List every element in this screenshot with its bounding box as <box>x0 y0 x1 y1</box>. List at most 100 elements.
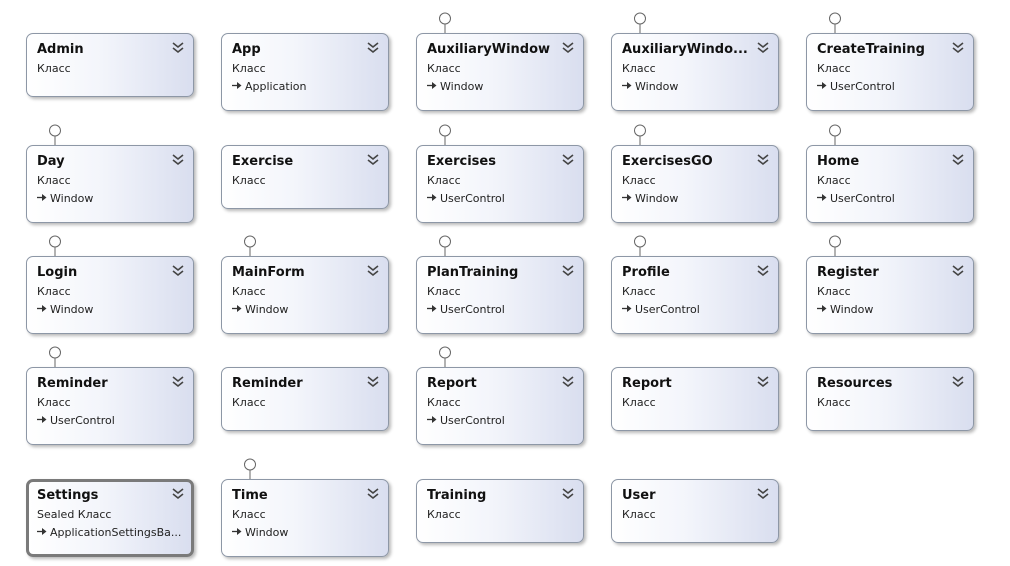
chevron-double-down-icon[interactable] <box>561 152 575 166</box>
base-class-name: Window <box>50 303 94 316</box>
chevron-double-down-icon[interactable] <box>756 263 770 277</box>
chevron-double-down-icon[interactable] <box>366 486 380 500</box>
chevron-double-down-icon[interactable] <box>756 486 770 500</box>
chevron-double-down-icon[interactable] <box>561 40 575 54</box>
class-shape-register[interactable]: Register Класс Window <box>806 256 974 334</box>
class-shape-exercises[interactable]: Exercises Класс UserControl <box>416 145 584 223</box>
chevron-double-down-icon[interactable] <box>756 40 770 54</box>
class-shape-reminder[interactable]: Reminder Класс UserControl <box>26 367 194 445</box>
chevron-double-down-icon[interactable] <box>171 374 185 388</box>
inheritance-arrow-icon <box>427 80 440 93</box>
class-stereotype: Класс <box>622 62 656 75</box>
class-stereotype: Класс <box>37 285 71 298</box>
base-class-row: UserControl <box>37 414 185 427</box>
class-name: Settings <box>37 488 99 503</box>
inheritance-arrow-icon <box>622 192 635 205</box>
class-shape-resources[interactable]: Resources Класс <box>806 367 974 431</box>
class-stereotype: Класс <box>427 174 461 187</box>
class-name: Exercises <box>427 154 496 169</box>
class-stereotype: Класс <box>817 62 851 75</box>
class-name: Profile <box>622 265 670 280</box>
class-stereotype: Класс <box>817 396 851 409</box>
class-shape-home[interactable]: Home Класс UserControl <box>806 145 974 223</box>
chevron-double-down-icon[interactable] <box>366 152 380 166</box>
chevron-double-down-icon[interactable] <box>171 486 185 500</box>
class-shape-app[interactable]: App Класс Application <box>221 33 389 111</box>
class-name: CreateTraining <box>817 42 925 57</box>
class-shape-login[interactable]: Login Класс Window <box>26 256 194 334</box>
base-class-row: UserControl <box>427 192 575 205</box>
base-class-row: Window <box>232 303 380 316</box>
class-stereotype: Класс <box>232 508 266 521</box>
class-stereotype: Sealed Класс <box>37 508 112 521</box>
class-name: MainForm <box>232 265 305 280</box>
base-class-name: Window <box>635 192 679 205</box>
chevron-double-down-icon[interactable] <box>171 40 185 54</box>
chevron-double-down-icon[interactable] <box>366 263 380 277</box>
class-shape-profile[interactable]: Profile Класс UserControl <box>611 256 779 334</box>
class-name: Report <box>427 376 477 391</box>
class-shape-auxiliarywindow[interactable]: AuxiliaryWindow Класс Window <box>416 33 584 111</box>
base-class-name: UserControl <box>50 414 115 427</box>
class-name: Day <box>37 154 65 169</box>
class-name: Admin <box>37 42 84 57</box>
class-shape-auxiliarywindo[interactable]: AuxiliaryWindo... Класс Window <box>611 33 779 111</box>
class-stereotype: Класс <box>427 285 461 298</box>
base-class-name: UserControl <box>440 414 505 427</box>
base-class-name: Window <box>50 192 94 205</box>
base-class-row: Window <box>37 303 185 316</box>
chevron-double-down-icon[interactable] <box>951 40 965 54</box>
class-name: Exercise <box>232 154 294 169</box>
class-shape-user[interactable]: User Класс <box>611 479 779 543</box>
class-shape-settings[interactable]: Settings Sealed Класс ApplicationSettingsB… <box>26 479 194 557</box>
class-name: PlanTraining <box>427 265 519 280</box>
class-name: AuxiliaryWindo... <box>622 42 748 57</box>
chevron-double-down-icon[interactable] <box>561 263 575 277</box>
base-class-row: UserControl <box>622 303 770 316</box>
chevron-double-down-icon[interactable] <box>171 263 185 277</box>
class-shape-mainform[interactable]: MainForm Класс Window <box>221 256 389 334</box>
class-shape-admin[interactable]: Admin Класс <box>26 33 194 97</box>
base-class-name: ApplicationSettingsBa... <box>50 526 182 539</box>
inheritance-arrow-icon <box>427 192 440 205</box>
chevron-double-down-icon[interactable] <box>366 374 380 388</box>
base-class-row: Window <box>37 192 185 205</box>
class-shape-plantraining[interactable]: PlanTraining Класс UserControl <box>416 256 584 334</box>
class-name: ExercisesGO <box>622 154 713 169</box>
inheritance-arrow-icon <box>622 80 635 93</box>
class-shape-training[interactable]: Training Класс <box>416 479 584 543</box>
base-class-name: UserControl <box>440 303 505 316</box>
class-stereotype: Класс <box>622 285 656 298</box>
inheritance-arrow-icon <box>427 303 440 316</box>
chevron-double-down-icon[interactable] <box>951 374 965 388</box>
base-class-name: Window <box>830 303 874 316</box>
chevron-double-down-icon[interactable] <box>171 152 185 166</box>
chevron-double-down-icon[interactable] <box>951 152 965 166</box>
class-stereotype: Класс <box>427 62 461 75</box>
inheritance-arrow-icon <box>817 192 830 205</box>
class-stereotype: Класс <box>622 174 656 187</box>
chevron-double-down-icon[interactable] <box>756 152 770 166</box>
class-name: Reminder <box>232 376 303 391</box>
chevron-double-down-icon[interactable] <box>366 40 380 54</box>
class-stereotype: Класс <box>37 174 71 187</box>
base-class-name: UserControl <box>635 303 700 316</box>
class-shape-exercisesgo[interactable]: ExercisesGO Класс Window <box>611 145 779 223</box>
class-shape-reminder[interactable]: Reminder Класс <box>221 367 389 431</box>
class-name: Resources <box>817 376 893 391</box>
chevron-double-down-icon[interactable] <box>561 486 575 500</box>
class-name: Reminder <box>37 376 108 391</box>
chevron-double-down-icon[interactable] <box>951 263 965 277</box>
class-shape-exercise[interactable]: Exercise Класс <box>221 145 389 209</box>
class-shape-report[interactable]: Report Класс UserControl <box>416 367 584 445</box>
inheritance-arrow-icon <box>232 80 245 93</box>
chevron-double-down-icon[interactable] <box>561 374 575 388</box>
class-shape-report[interactable]: Report Класс <box>611 367 779 431</box>
class-shape-createtraining[interactable]: CreateTraining Класс UserControl <box>806 33 974 111</box>
chevron-double-down-icon[interactable] <box>756 374 770 388</box>
class-shape-day[interactable]: Day Класс Window <box>26 145 194 223</box>
class-stereotype: Класс <box>622 396 656 409</box>
class-shape-time[interactable]: Time Класс Window <box>221 479 389 557</box>
class-name: Training <box>427 488 487 503</box>
inheritance-arrow-icon <box>232 526 245 539</box>
